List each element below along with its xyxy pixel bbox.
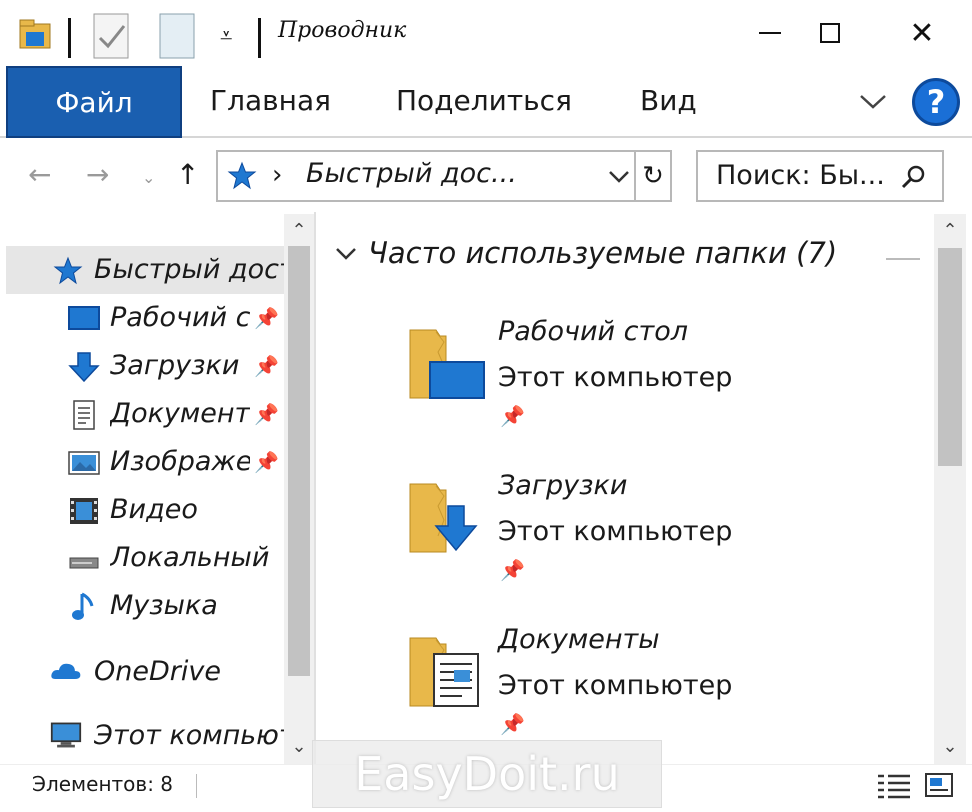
- drive-icon: [69, 557, 99, 569]
- sidebar-item-pictures[interactable]: Изображения: [110, 446, 250, 477]
- forward-arrow-icon[interactable]: →: [86, 158, 109, 191]
- sidebar-item-quick-access[interactable]: Быстрый доступ: [94, 254, 284, 285]
- customize-dropdown-icon[interactable]: ⩡: [220, 24, 232, 49]
- documents-icon: [73, 400, 95, 430]
- large-icons-view-icon[interactable]: [924, 770, 954, 800]
- music-icon: [72, 592, 94, 620]
- address-dropdown-icon[interactable]: [608, 170, 630, 184]
- refresh-icon: ↻: [642, 161, 664, 191]
- close-button[interactable]: ✕: [892, 10, 952, 56]
- downloads-icon: [68, 352, 100, 382]
- status-divider: [196, 774, 197, 798]
- search-placeholder: Поиск: Бы...: [716, 160, 885, 191]
- minimize-button[interactable]: [740, 10, 800, 56]
- quick-access-star-icon: [53, 256, 83, 285]
- tab-home[interactable]: Главная: [210, 84, 331, 117]
- back-arrow-icon[interactable]: ←: [28, 158, 51, 191]
- path-separator: ›: [272, 160, 283, 190]
- tab-file[interactable]: Файл: [6, 66, 182, 138]
- search-icon[interactable]: [900, 164, 926, 190]
- collapse-group-icon[interactable]: [334, 246, 358, 262]
- window-title: Проводник: [278, 18, 407, 43]
- sidebar-item-documents[interactable]: Документы: [110, 398, 250, 429]
- refresh-button[interactable]: ↻: [636, 150, 672, 202]
- tab-view[interactable]: Вид: [640, 84, 697, 117]
- onedrive-icon: [51, 663, 81, 679]
- chevron-down-icon[interactable]: [858, 92, 888, 112]
- scroll-up-icon[interactable]: ⌃: [286, 220, 312, 241]
- details-view-icon[interactable]: [876, 772, 912, 800]
- sidebar-item-onedrive[interactable]: OneDrive: [94, 656, 284, 687]
- folder-location: Этот компьютер: [498, 670, 733, 701]
- help-button[interactable]: ?: [912, 78, 960, 126]
- scroll-down-icon[interactable]: ⌄: [937, 736, 963, 757]
- scroll-down-icon[interactable]: ⌄: [286, 736, 312, 757]
- scroll-up-icon[interactable]: ⌃: [937, 220, 963, 241]
- pin-icon: 📌: [500, 404, 525, 428]
- maximize-icon: [820, 23, 840, 43]
- pin-icon: 📌: [500, 712, 525, 736]
- folder-name[interactable]: Рабочий стол: [498, 316, 688, 347]
- content-scrollbar-thumb[interactable]: [938, 248, 962, 466]
- folder-name[interactable]: Документы: [498, 624, 660, 655]
- pin-icon: 📌: [254, 450, 279, 474]
- folder-name[interactable]: Загрузки: [498, 470, 627, 501]
- tab-share[interactable]: Поделиться: [396, 84, 572, 117]
- checkmark-doc-icon[interactable]: [90, 12, 134, 62]
- sidebar-item-music[interactable]: Музыка: [110, 590, 270, 621]
- pin-icon: 📌: [254, 354, 279, 378]
- items-count: Элементов: 8: [32, 772, 174, 796]
- pictures-icon: [68, 451, 100, 475]
- quick-access-star-icon: [227, 161, 257, 190]
- pin-icon: 📌: [254, 402, 279, 426]
- maximize-button[interactable]: [800, 10, 860, 56]
- minimize-icon: [759, 32, 781, 34]
- desktop-icon: [68, 306, 100, 330]
- up-arrow-icon[interactable]: ↑: [176, 158, 199, 191]
- video-icon: [70, 498, 98, 524]
- pin-icon: 📌: [254, 306, 279, 330]
- sidebar-item-this-pc[interactable]: Этот компьютер: [94, 720, 284, 751]
- watermark: EasyDoit.ru: [312, 740, 662, 808]
- documents-folder-icon[interactable]: [406, 630, 486, 710]
- folder-location: Этот компьютер: [498, 362, 733, 393]
- sidebar-item-video[interactable]: Видео: [110, 494, 270, 525]
- folder-location: Этот компьютер: [498, 516, 733, 547]
- address-path[interactable]: Быстрый дос...: [306, 158, 517, 189]
- downloads-folder-icon[interactable]: [406, 476, 486, 556]
- group-divider: [886, 258, 920, 260]
- folder-properties-icon[interactable]: [18, 16, 54, 52]
- sidebar-item-downloads[interactable]: Загрузки: [110, 350, 250, 381]
- group-header[interactable]: Часто используемые папки (7): [368, 236, 837, 270]
- sidebar-item-desktop[interactable]: Рабочий стол: [110, 302, 250, 333]
- toolbar-separator: [258, 18, 261, 58]
- close-icon: ✕: [909, 15, 935, 51]
- nav-scrollbar-thumb[interactable]: [288, 246, 310, 676]
- computer-icon: [50, 722, 82, 748]
- recent-locations-icon[interactable]: ⌄: [142, 168, 155, 187]
- new-folder-icon[interactable]: [156, 12, 200, 62]
- desktop-folder-icon[interactable]: [406, 322, 486, 402]
- sidebar-item-local-disk[interactable]: Локальный диск: [110, 542, 276, 573]
- toolbar-separator: [68, 18, 71, 58]
- pin-icon: 📌: [500, 558, 525, 582]
